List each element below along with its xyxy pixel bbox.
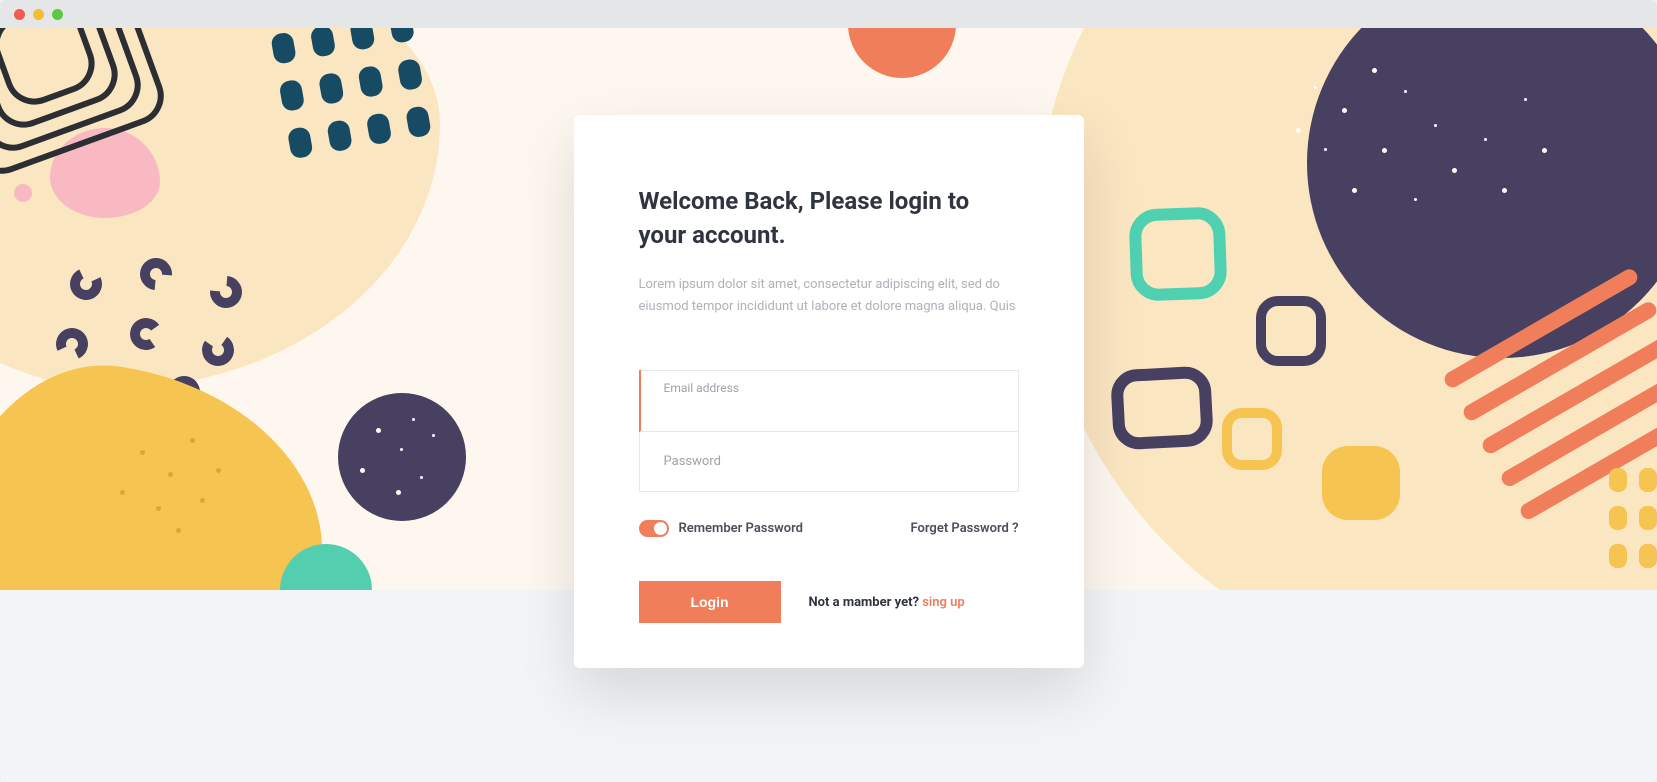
decoration-square-icon (1110, 365, 1214, 450)
remember-label: Remember Password (679, 521, 804, 536)
minimize-icon[interactable] (33, 9, 44, 20)
signup-prefix: Not a mamber yet? (809, 595, 923, 610)
decoration-dot (14, 184, 32, 202)
input-group: Email address Password (639, 370, 1019, 492)
remember-password: Remember Password (639, 520, 804, 537)
decoration-hill (0, 345, 345, 590)
close-icon[interactable] (14, 9, 25, 20)
actions-row: Login Not a mamber yet? sing up (639, 581, 1019, 623)
decoration-square-icon (1322, 446, 1400, 520)
options-row: Remember Password Forget Password ? (639, 520, 1019, 537)
login-card: Welcome Back, Please login to your accou… (574, 115, 1084, 668)
card-subtitle: Lorem ipsum dolor sit amet, consectetur … (639, 274, 1019, 318)
decoration-square-icon (1222, 408, 1282, 470)
decoration-square-icon (1128, 206, 1227, 301)
browser-frame: Welcome Back, Please login to your accou… (0, 0, 1657, 782)
signup-text: Not a mamber yet? sing up (809, 595, 965, 610)
password-field-wrapper: Password (640, 431, 1018, 491)
email-field-wrapper: Email address (640, 371, 1018, 431)
login-button[interactable]: Login (639, 581, 781, 623)
decoration-circle (338, 393, 466, 521)
signup-link[interactable]: sing up (922, 595, 965, 610)
password-input[interactable] (640, 432, 1018, 491)
decoration-dashes-icon (1609, 468, 1657, 568)
decoration-squares-icon (0, 28, 144, 154)
remember-toggle[interactable] (639, 520, 669, 537)
decoration-square-icon (1256, 296, 1326, 366)
card-title: Welcome Back, Please login to your accou… (639, 185, 1019, 252)
forget-password-link[interactable]: Forget Password ? (911, 521, 1019, 536)
maximize-icon[interactable] (52, 9, 63, 20)
browser-titlebar (0, 0, 1657, 28)
email-input[interactable] (640, 371, 1018, 431)
